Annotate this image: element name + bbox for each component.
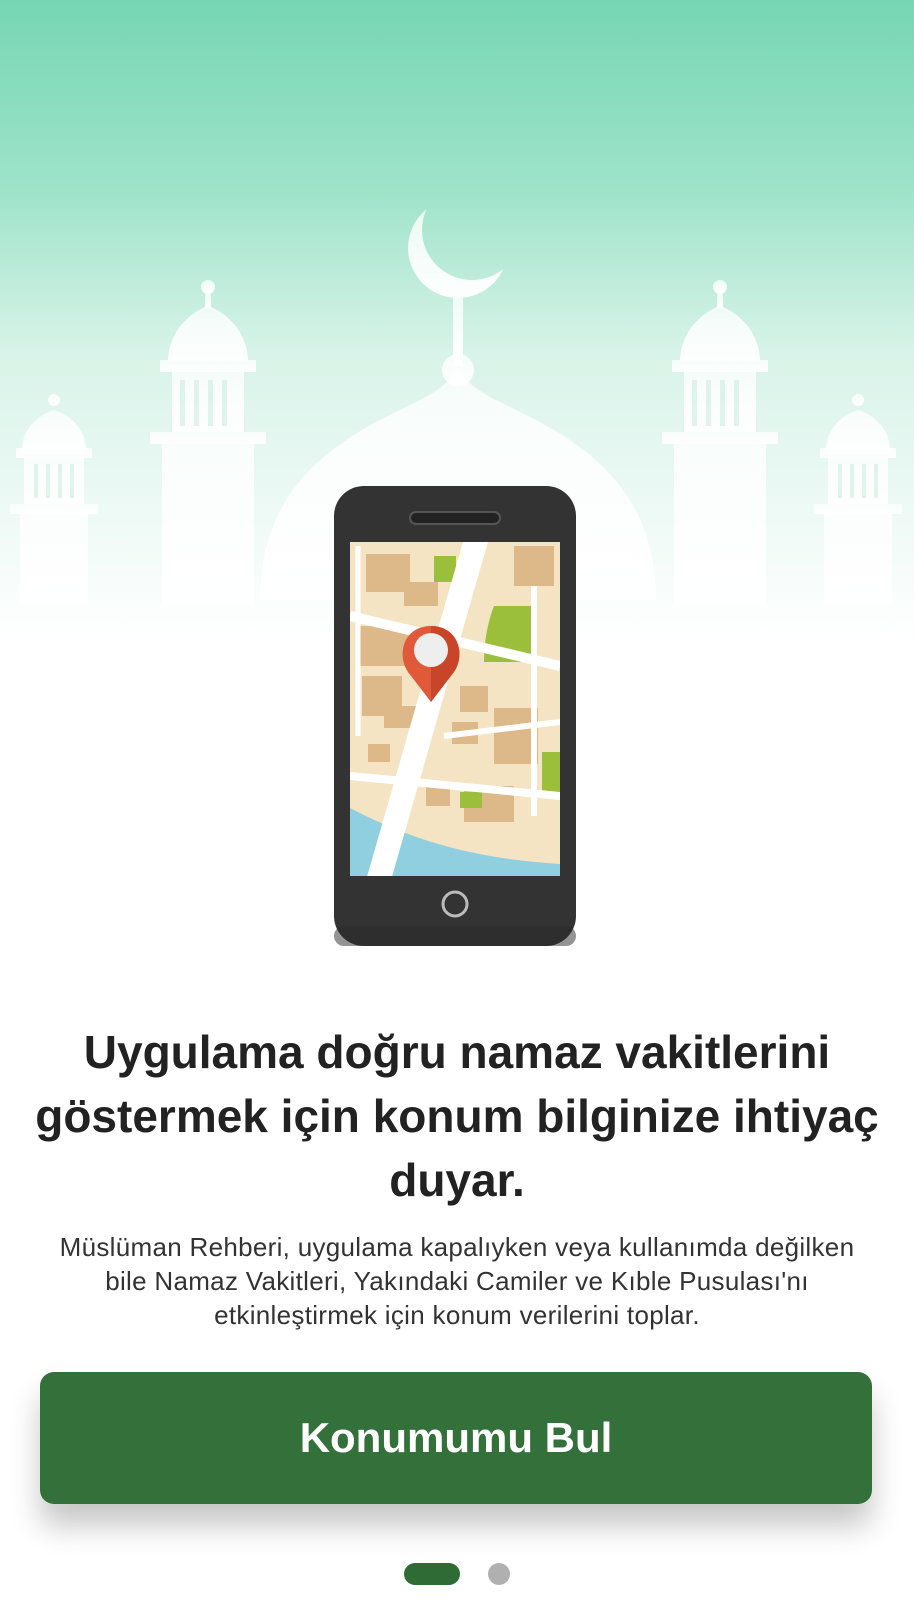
permission-description: Müslüman Rehberi, uygulama kapalıyken ve…	[59, 1232, 855, 1330]
find-my-location-button[interactable]: Konumumu Bul	[40, 1372, 872, 1504]
page-indicator-dot[interactable]	[488, 1563, 511, 1585]
page-indicator-dot-active[interactable]	[403, 1563, 460, 1585]
page-title: Uygulama doğru namaz vakitlerini gösterm…	[35, 1026, 879, 1206]
map-screen	[350, 542, 560, 876]
phone-map-illustration	[334, 486, 576, 946]
page-indicator	[0, 1563, 914, 1587]
